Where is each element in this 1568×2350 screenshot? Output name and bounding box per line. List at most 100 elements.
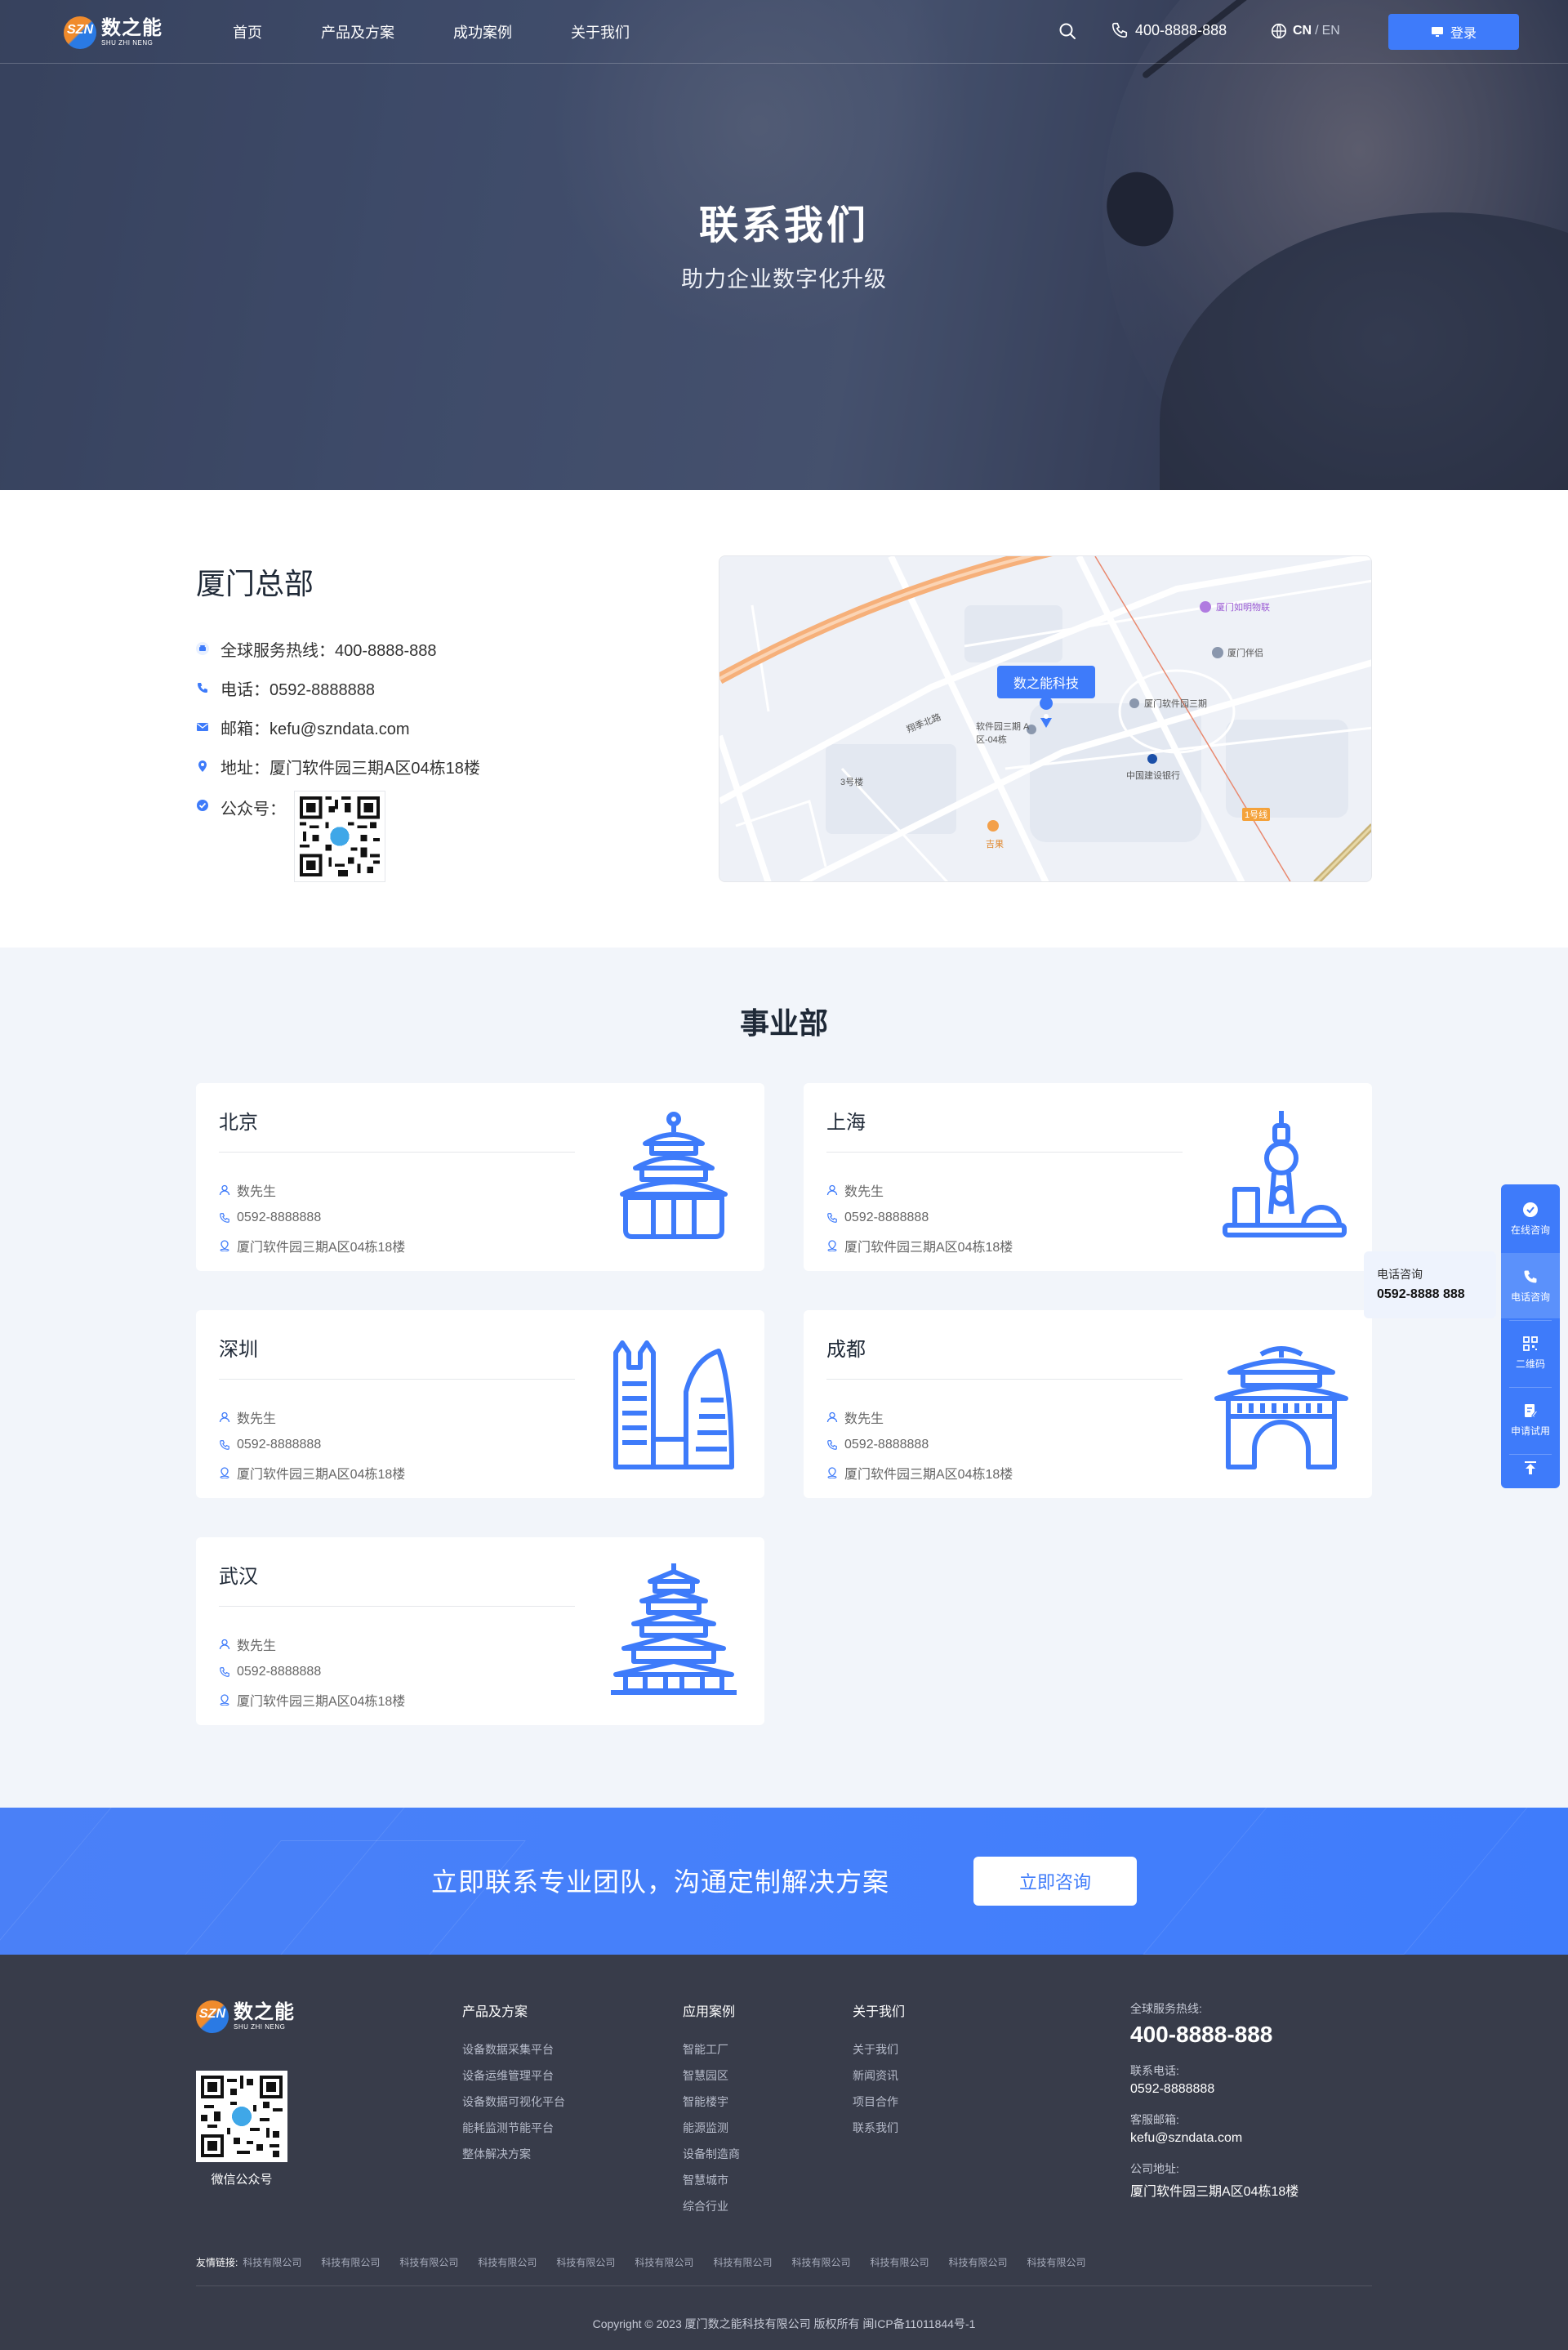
friend-link[interactable]: 科技有限公司: [713, 2255, 772, 2269]
card-address: 厦门软件园三期A区04栋18楼: [219, 1459, 405, 1487]
friend-link[interactable]: 科技有限公司: [635, 2255, 693, 2269]
map-label: 3号楼: [840, 778, 864, 787]
footer-link[interactable]: 能耗监测节能平台: [462, 2120, 565, 2146]
card-phone: 0592-8888888: [219, 1658, 405, 1686]
qr-code-icon: [1523, 1336, 1538, 1351]
footer-link[interactable]: 智慧城市: [683, 2172, 740, 2198]
footer-contact: 全球服务热线: 400-8888-888 联系电话: 0592-8888888 …: [1130, 2000, 1298, 2214]
cta-banner: 立即联系专业团队，沟通定制解决方案 立即咨询: [0, 1808, 1568, 1955]
footer-link[interactable]: 智能楼宇: [683, 2094, 740, 2120]
footer-link[interactable]: 联系我们: [853, 2120, 905, 2146]
site-logo[interactable]: SZN 数之能 SHU ZHI NENG: [64, 16, 163, 49]
edit-form-icon: [1525, 1403, 1539, 1417]
card-divider: [219, 1152, 575, 1153]
main-nav: 首页 产品及方案 成功案例 关于我们: [233, 21, 688, 42]
map-label: 厦门如明物联: [1216, 603, 1270, 613]
logo-subname: SHU ZHI NENG: [101, 39, 154, 47]
friend-link[interactable]: 科技有限公司: [478, 2255, 537, 2269]
footer-link[interactable]: 智慧园区: [683, 2067, 740, 2094]
header-phone[interactable]: 400-8888-888: [1111, 21, 1227, 39]
division-card-chengdu[interactable]: 成都 数先生 0592-8888888 厦门软件园三期A区04栋18楼: [804, 1310, 1372, 1498]
friend-link[interactable]: 科技有限公司: [399, 2255, 458, 2269]
divisions-title: 事业部: [739, 1006, 828, 1040]
side-apply-trial[interactable]: 申请试用: [1501, 1387, 1560, 1452]
footer-link[interactable]: 设备数据采集平台: [462, 2041, 565, 2067]
nav-about[interactable]: 关于我们: [571, 21, 630, 42]
footer-logo[interactable]: SZN 数之能 SHU ZHI NENG: [196, 2000, 295, 2033]
language-switch[interactable]: CN / EN: [1270, 22, 1340, 40]
footer-link[interactable]: 智能工厂: [683, 2041, 740, 2067]
person-icon: [219, 1184, 230, 1196]
nav-cases[interactable]: 成功案例: [453, 21, 512, 42]
footer-link[interactable]: 设备运维管理平台: [462, 2067, 565, 2094]
side-online-consult[interactable]: 在线咨询: [1501, 1186, 1560, 1251]
footer-link[interactable]: 关于我们: [853, 2041, 905, 2067]
footer-addr: 厦门软件园三期A区04栋18楼: [1130, 2185, 1299, 2199]
footer-tel-label: 联系电话:: [1130, 2064, 1179, 2077]
footer-hotline-label: 全球服务热线:: [1130, 2002, 1202, 2015]
footer-link[interactable]: 整体解决方案: [462, 2146, 565, 2172]
skyscrapers-icon: [613, 1340, 734, 1469]
friend-link[interactable]: 科技有限公司: [243, 2255, 301, 2269]
header-phone-number: 400-8888-888: [1135, 21, 1227, 38]
popup-phone: 0592-8888 888: [1377, 1287, 1465, 1301]
footer-link[interactable]: 项目合作: [853, 2094, 905, 2120]
footer-col-title: 产品及方案: [462, 2005, 528, 2019]
nav-home[interactable]: 首页: [233, 21, 262, 42]
division-card-beijing[interactable]: 北京 数先生 0592-8888888 厦门软件园三期A区04栋18楼: [196, 1083, 764, 1271]
side-qr-code[interactable]: 二维码: [1501, 1320, 1560, 1385]
phone-icon: [220, 1667, 229, 1677]
footer-link[interactable]: 综合行业: [683, 2198, 740, 2224]
card-phone: 0592-8888888: [219, 1431, 405, 1459]
footer-logo-subname: SHU ZHI NENG: [234, 2023, 286, 2031]
map-label: 1号线: [1242, 808, 1271, 821]
friend-link[interactable]: 科技有限公司: [948, 2255, 1007, 2269]
cta-text: 立即联系专业团队，沟通定制解决方案: [431, 1867, 890, 1897]
footer-link[interactable]: 设备制造商: [683, 2146, 740, 2172]
mail-icon: [196, 720, 209, 734]
search-icon[interactable]: [1058, 22, 1076, 40]
division-card-shanghai[interactable]: 上海 数先生 0592-8888888 厦门软件园三期A区04栋18楼: [804, 1083, 1372, 1271]
friend-link[interactable]: 科技有限公司: [1027, 2255, 1086, 2269]
footer-qr-code: [196, 2071, 287, 2162]
footer-divider: [196, 2285, 1372, 2286]
chat-check-icon: [1523, 1202, 1538, 1217]
lang-cn[interactable]: CN: [1293, 24, 1312, 38]
friend-link[interactable]: 科技有限公司: [321, 2255, 380, 2269]
footer-link[interactable]: 能源监测: [683, 2120, 740, 2146]
phone-icon: [827, 1440, 837, 1450]
lang-en[interactable]: EN: [1322, 24, 1340, 38]
card-address: 厦门软件园三期A区04栋18楼: [219, 1686, 405, 1714]
hq-tel: 电话：0592-8888888: [196, 668, 480, 707]
card-contact: 数先生: [826, 1403, 1013, 1431]
location-map[interactable]: 数之能科技 厦门如明物联 厦门伴侣 厦门软件园三期 软件园三期 A区-04栋 中…: [719, 555, 1372, 882]
consult-now-button[interactable]: 立即咨询: [973, 1857, 1137, 1906]
division-card-shenzhen[interactable]: 深圳 数先生 0592-8888888 厦门软件园三期A区04栋18楼: [196, 1310, 764, 1498]
login-button[interactable]: 登录: [1388, 14, 1519, 50]
logo-mark-icon: SZN: [64, 16, 96, 49]
footer-link[interactable]: 新闻资讯: [853, 2067, 905, 2094]
nav-products[interactable]: 产品及方案: [321, 21, 394, 42]
oriental-pearl-tower-icon: [1223, 1111, 1347, 1237]
footer-col-about: 关于我们 关于我们 新闻资讯 项目合作 联系我们: [853, 2000, 905, 2146]
friend-link[interactable]: 科技有限公司: [556, 2255, 615, 2269]
footer-col-cases: 应用案例 智能工厂 智慧园区 智能楼宇 能源监测 设备制造商 智慧城市 综合行业: [683, 2000, 740, 2224]
person-icon: [826, 1411, 838, 1423]
person-icon: [219, 1639, 230, 1650]
friend-link[interactable]: 科技有限公司: [870, 2255, 929, 2269]
footer-tel: 0592-8888888: [1130, 2082, 1215, 2096]
verified-badge-icon: [196, 799, 209, 812]
hero-banner: 联系我们 助力企业数字化升级: [0, 0, 1568, 490]
footer-link[interactable]: 设备数据可视化平台: [462, 2094, 565, 2120]
back-to-top-button[interactable]: [1501, 1454, 1560, 1487]
division-card-wuhan[interactable]: 武汉 数先生 0592-8888888 厦门软件园三期A区04栋18楼: [196, 1537, 764, 1725]
hero-title: 联系我们: [698, 204, 869, 247]
friend-link[interactable]: 科技有限公司: [791, 2255, 850, 2269]
phone-icon: [827, 1213, 837, 1223]
logo-mark-icon: SZN: [196, 2000, 229, 2033]
friend-links-label: 友情链接:: [196, 2257, 238, 2268]
map-label: 厦门软件园三期: [1144, 699, 1207, 709]
map-company-tag[interactable]: 数之能科技: [997, 666, 1096, 698]
side-phone-consult[interactable]: 电话咨询: [1501, 1253, 1560, 1318]
wechat-qr-code: [294, 791, 385, 882]
